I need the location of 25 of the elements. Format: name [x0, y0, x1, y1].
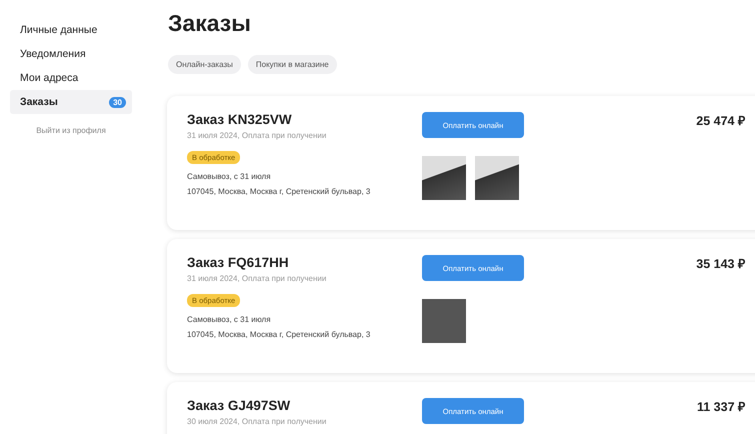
count-badge: 30: [109, 96, 126, 108]
address-text: 107045, Москва, Москва г, Сретенский бульвар, 3: [187, 330, 372, 339]
order-price: 35 143 ₽: [696, 256, 745, 273]
delivery-text: Самовывоз, с 31 июля: [187, 315, 272, 324]
delivery-text: Самовывоз, с 31 июля: [187, 172, 272, 181]
photo-placeholder: [422, 156, 466, 200]
logout-link[interactable]: Выйти из профиля: [36, 126, 106, 135]
order-title: Заказ KN325VW: [187, 112, 293, 127]
photo-placeholder: [422, 299, 466, 343]
sidebar-item[interactable]: Мои адреса: [10, 66, 132, 90]
order-date: 31 июля 2024, Оплата при получении: [187, 274, 328, 283]
sidebar-item[interactable]: Заказы 30: [10, 90, 132, 114]
tab[interactable]: Покупки в магазине: [248, 55, 337, 74]
address-text: 107045, Москва, Москва г, Сретенский бульвар, 3: [187, 187, 372, 196]
sidebar-item[interactable]: Уведомления: [10, 42, 132, 66]
sidebar-item[interactable]: Личные данные: [10, 18, 132, 42]
page-title: Заказы: [168, 10, 252, 37]
order-title: Заказ FQ617HH: [187, 255, 290, 270]
order-date: 31 июля 2024, Оплата при получении: [187, 131, 328, 140]
order-title: Заказ GJ497SW: [187, 398, 292, 413]
photo-placeholder: [475, 156, 519, 200]
tab[interactable]: Онлайн-заказы: [168, 55, 241, 74]
order-price: 11 337 ₽: [696, 399, 745, 416]
order-date: 30 июля 2024, Оплата при получении: [187, 417, 328, 426]
order-price: 25 474 ₽: [696, 113, 745, 130]
